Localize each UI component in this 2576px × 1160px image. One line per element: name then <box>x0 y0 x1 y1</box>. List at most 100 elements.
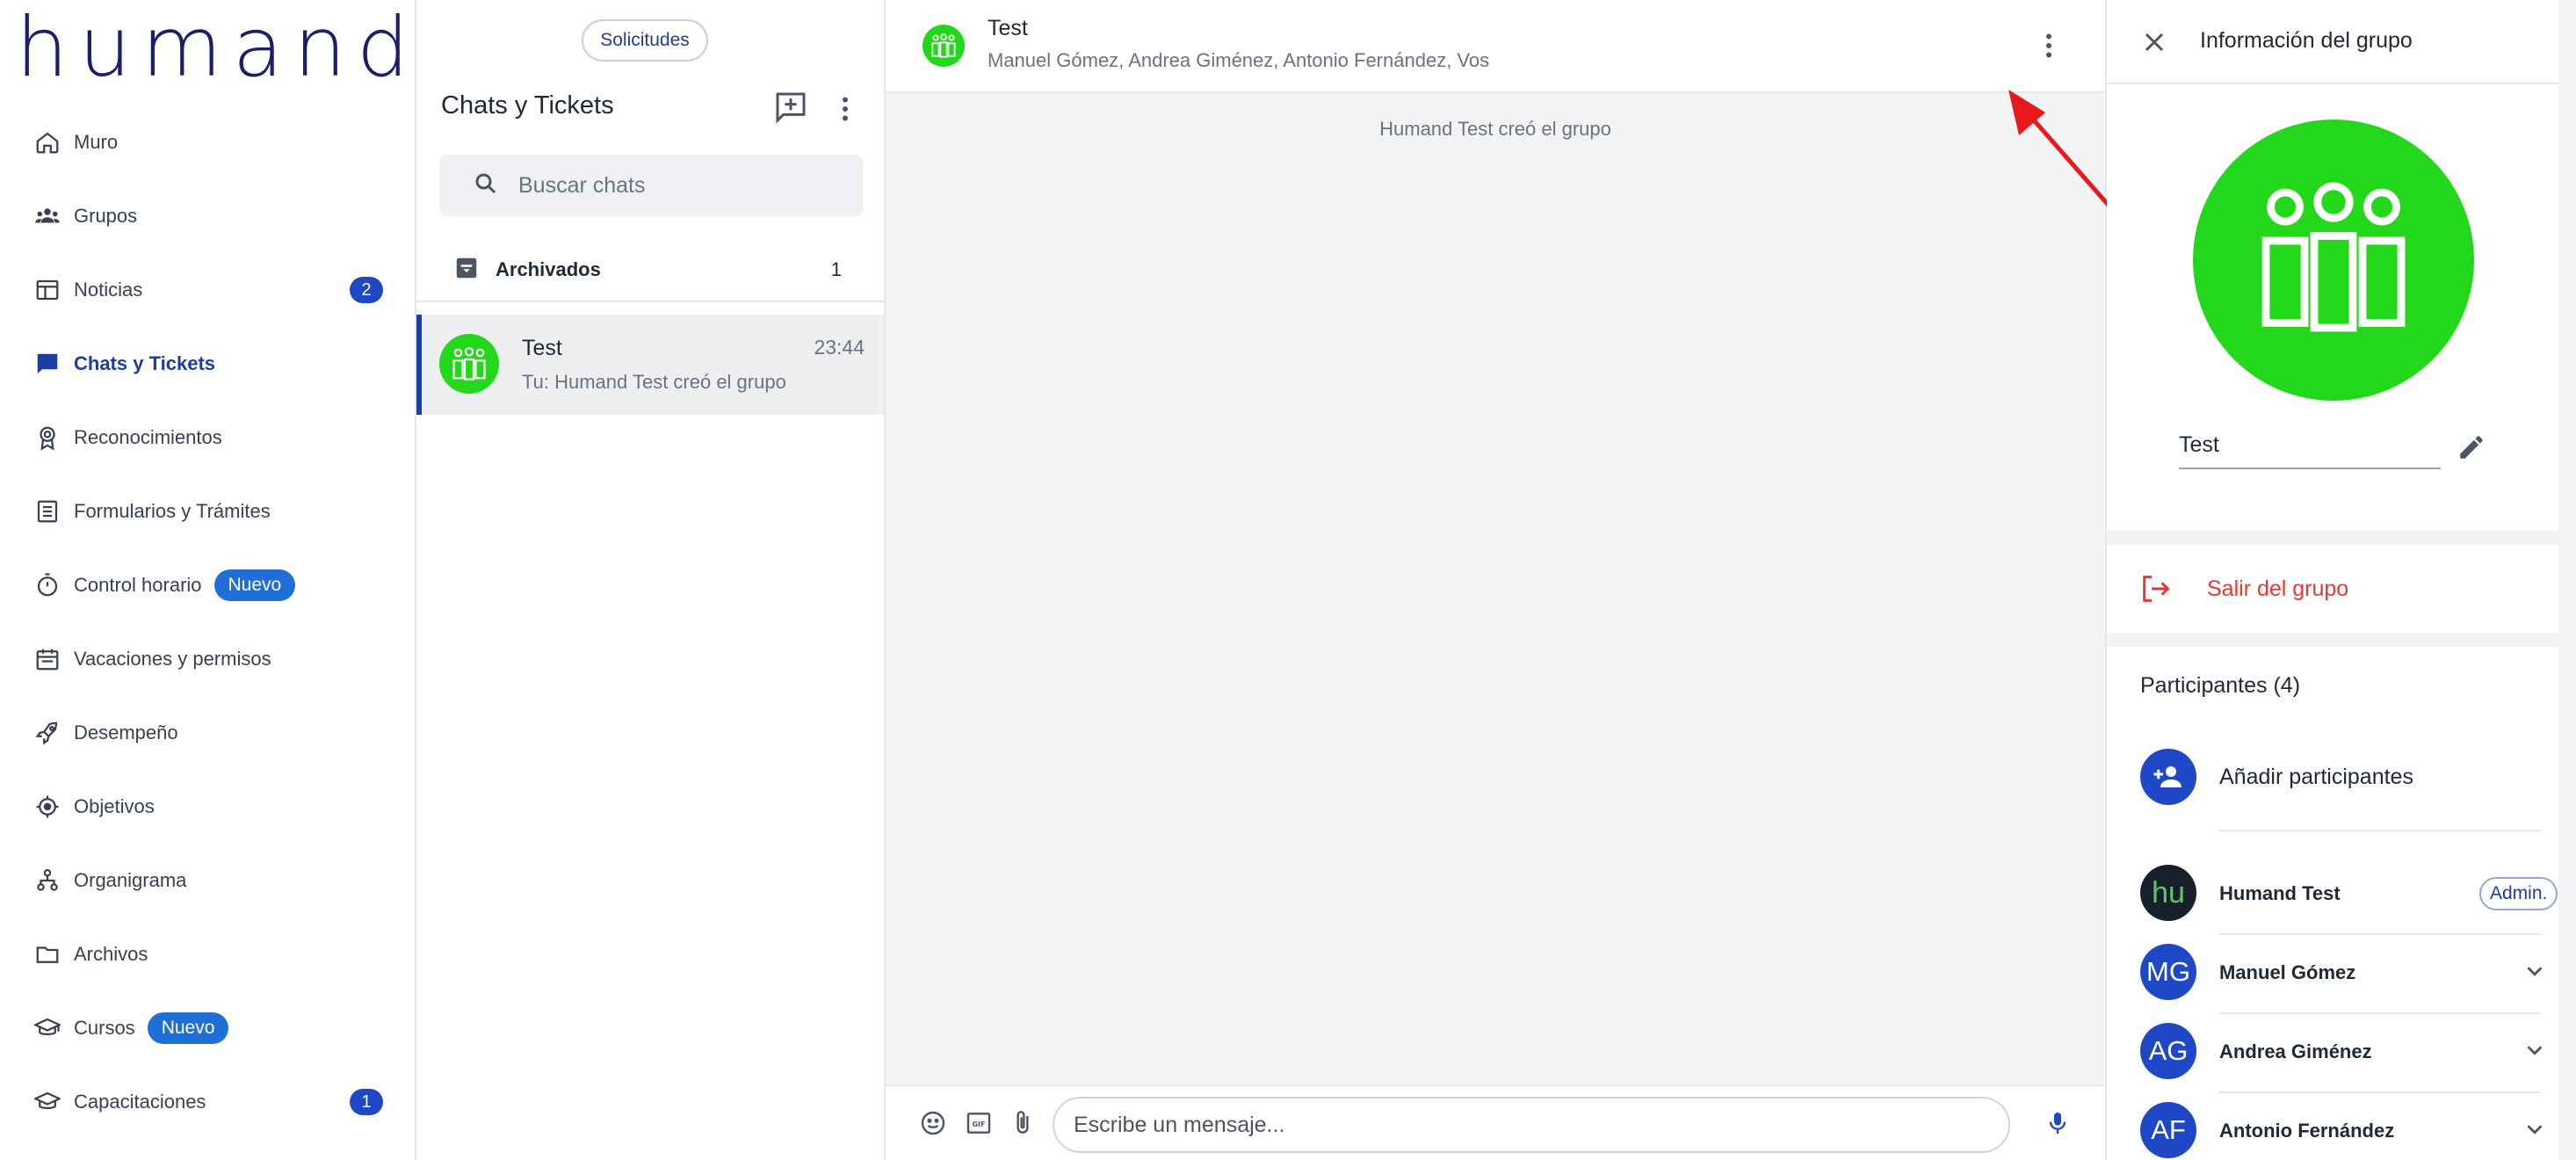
nav-label: Organigrama <box>74 869 187 891</box>
chat-name: Test <box>522 336 562 360</box>
archived-label: Archivados <box>496 258 601 280</box>
participant-name: Humand Test <box>2219 882 2341 904</box>
avatar: hu <box>2140 865 2196 921</box>
more-options-icon[interactable] <box>2033 28 2065 63</box>
nav-label: Desempeño <box>74 721 178 743</box>
requests-button[interactable]: Solicitudes <box>582 19 708 62</box>
nav-label: Control horario <box>74 574 202 596</box>
chevron-down-icon[interactable] <box>2522 1116 2548 1142</box>
conversation-members: Manuel Gómez, Andrea Giménez, Antonio Fe… <box>988 49 1490 71</box>
nav-item-chats-y-tickets[interactable]: Chats y Tickets <box>0 327 415 401</box>
calendar-icon <box>33 645 62 673</box>
nav-item-grupos[interactable]: Grupos <box>0 179 415 253</box>
archived-count: 1 <box>830 258 842 280</box>
chat-list-panel: Solicitudes Chats y Tickets Archivados 1… <box>416 0 886 1160</box>
rocket-icon <box>33 719 62 747</box>
participant-name: Andrea Giménez <box>2219 1040 2372 1062</box>
sidebar: humand Muro Grupos Noticias 2 Chats y Ti… <box>0 0 416 1160</box>
add-participants-button[interactable]: Añadir participantes <box>2107 738 2558 814</box>
nav-item-capacitaciones[interactable]: Capacitaciones 1 <box>0 1065 415 1139</box>
nav-label: Noticias <box>74 279 143 301</box>
avatar: AF <box>2140 1102 2196 1158</box>
attachment-icon[interactable] <box>1007 1107 1038 1139</box>
nav-item-noticias[interactable]: Noticias 2 <box>0 253 415 327</box>
participant-row[interactable]: MG Manuel Gómez <box>2107 935 2558 1012</box>
emoji-icon[interactable] <box>917 1107 949 1139</box>
nav-item-desempeno[interactable]: Desempeño <box>0 696 415 770</box>
chevron-down-icon[interactable] <box>2522 1037 2548 1063</box>
add-participants-label: Añadir participantes <box>2219 765 2413 789</box>
nav-label: Objetivos <box>74 795 155 817</box>
leave-group-button[interactable]: Salir del grupo <box>2107 545 2558 633</box>
org-chart-icon <box>33 866 62 895</box>
svg-text:GIF: GIF <box>972 1120 985 1128</box>
microphone-icon[interactable] <box>2042 1107 2073 1139</box>
participant-row[interactable]: AF Antonio Fernández <box>2107 1093 2558 1160</box>
nav-item-muro[interactable]: Muro <box>0 105 415 179</box>
target-icon <box>33 793 62 821</box>
pencil-icon[interactable] <box>2457 432 2486 462</box>
nav-label: Chats y Tickets <box>74 352 216 374</box>
timer-icon <box>33 571 62 599</box>
nav-item-objetivos[interactable]: Objetivos <box>0 770 415 844</box>
nav-label: Reconocimientos <box>74 426 222 448</box>
system-message: Humand Test creó el grupo <box>1379 118 1611 140</box>
conversation-panel: Test Manuel Gómez, Andrea Giménez, Anton… <box>886 0 2278 1160</box>
conversation-header[interactable]: Test Manuel Gómez, Andrea Giménez, Anton… <box>886 0 2105 93</box>
svg-text:humand: humand <box>16 11 402 90</box>
nav-label: Vacaciones y permisos <box>74 648 271 670</box>
participants-section: Participantes (4) Añadir participantes h… <box>2107 647 2558 1160</box>
nav-item-organigrama[interactable]: Organigrama <box>0 844 415 917</box>
search-box[interactable] <box>439 155 863 216</box>
group-avatar <box>923 25 965 67</box>
archive-icon <box>453 255 480 286</box>
group-name-field[interactable]: Test <box>2179 431 2441 469</box>
info-header: Información del grupo <box>2107 0 2558 84</box>
new-badge: Nuevo <box>213 569 296 601</box>
chat-list-item[interactable]: Test 23:44 Tu: Humand Test creó el grupo <box>416 315 884 415</box>
nav-item-formularios[interactable]: Formularios y Trámites <box>0 475 415 548</box>
new-chat-icon[interactable] <box>773 90 808 125</box>
archived-row[interactable]: Archivados 1 <box>416 239 884 302</box>
nav-item-reconocimientos[interactable]: Reconocimientos <box>0 401 415 475</box>
group-avatar[interactable] <box>2193 120 2474 401</box>
chevron-down-icon[interactable] <box>2522 958 2548 984</box>
participant-name: Manuel Gómez <box>2219 961 2356 983</box>
participant-name: Antonio Fernández <box>2219 1120 2395 1142</box>
add-person-icon <box>2140 749 2196 805</box>
conversation-title: Test <box>988 16 1028 40</box>
logout-icon <box>2138 571 2174 606</box>
nav-item-control-horario[interactable]: Control horario Nuevo <box>0 548 415 622</box>
gif-icon[interactable]: GIF <box>963 1107 995 1139</box>
nav-item-vacaciones[interactable]: Vacaciones y permisos <box>0 622 415 696</box>
nav-item-cursos[interactable]: Cursos Nuevo <box>0 991 415 1065</box>
divider <box>2219 830 2541 831</box>
group-info-panel: Información del grupo Test Salir del gru… <box>2107 0 2576 1160</box>
folder-icon <box>33 940 62 968</box>
unread-count-badge: 2 <box>350 277 383 303</box>
participant-row[interactable]: hu Humand Test Admin. <box>2107 856 2558 933</box>
nav-label: Grupos <box>74 205 138 227</box>
nav-label: Muro <box>74 131 119 153</box>
search-icon <box>473 170 499 201</box>
search-input[interactable] <box>518 172 852 199</box>
award-icon <box>33 424 62 452</box>
admin-badge: Admin. <box>2479 877 2558 910</box>
humand-logo[interactable]: humand <box>16 0 409 96</box>
nav-label: Capacitaciones <box>74 1091 206 1113</box>
more-options-icon[interactable] <box>829 91 861 127</box>
chat-icon <box>33 350 62 378</box>
participants-title: Participantes (4) <box>2140 673 2301 698</box>
groups-icon <box>33 202 62 230</box>
message-composer: GIF <box>886 1084 2105 1160</box>
close-icon[interactable] <box>2138 26 2170 58</box>
group-people-icon <box>2261 182 2406 332</box>
message-input[interactable] <box>1053 1097 2010 1153</box>
nav-item-archivos[interactable]: Archivos <box>0 917 415 991</box>
participant-row[interactable]: AG Andrea Giménez <box>2107 1014 2558 1091</box>
news-icon <box>33 276 62 304</box>
group-people-icon <box>931 33 956 58</box>
form-icon <box>33 497 62 526</box>
training-icon <box>33 1088 62 1116</box>
leave-group-label: Salir del grupo <box>2207 576 2349 601</box>
